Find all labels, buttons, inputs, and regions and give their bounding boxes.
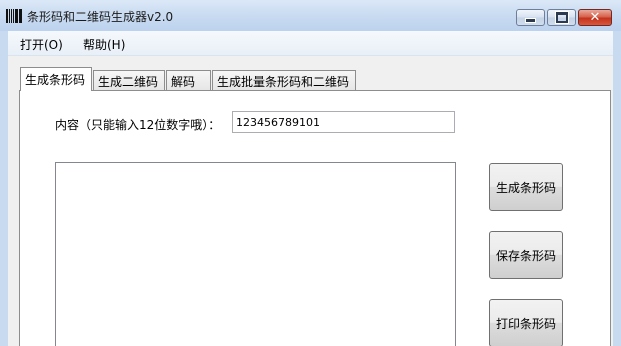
content-label: 内容（只能输入12位数字哦）： bbox=[55, 118, 221, 132]
minimize-icon bbox=[525, 17, 536, 23]
tab-generate-barcode[interactable]: 生成条形码 bbox=[20, 67, 92, 91]
tab-generate-qrcode[interactable]: 生成二维码 bbox=[93, 70, 165, 90]
barcode-preview-area bbox=[55, 162, 456, 346]
tab-label: 生成二维码 bbox=[98, 75, 159, 89]
maximize-button[interactable] bbox=[547, 9, 576, 26]
tab-label: 解码 bbox=[171, 75, 196, 89]
print-barcode-button[interactable]: 打印条形码 bbox=[489, 299, 563, 346]
app-window: 条形码和二维码生成器v2.0 ✕ 打开(O) 帮助(H) 生成条形码 生成二维码… bbox=[0, 0, 621, 346]
tab-batch-generate[interactable]: 生成批量条形码和二维码 bbox=[212, 70, 356, 90]
menu-bar: 打开(O) 帮助(H) bbox=[8, 31, 613, 56]
client-area: 生成条形码 生成二维码 解码 生成批量条形码和二维码 内容（只能输入12位数字哦… bbox=[8, 56, 613, 346]
menu-help[interactable]: 帮助(H) bbox=[83, 36, 125, 53]
close-button[interactable]: ✕ bbox=[578, 9, 612, 26]
tab-label: 生成批量条形码和二维码 bbox=[217, 75, 350, 89]
tab-decode[interactable]: 解码 bbox=[166, 70, 211, 90]
window-title: 条形码和二维码生成器v2.0 bbox=[27, 10, 174, 24]
save-barcode-button[interactable]: 保存条形码 bbox=[489, 231, 563, 279]
barcode-tab-panel: 内容（只能输入12位数字哦）： 123456789101 生成条形码 保存条形码… bbox=[19, 90, 611, 346]
minimize-button[interactable] bbox=[516, 9, 545, 26]
maximize-icon bbox=[555, 12, 568, 23]
menu-open[interactable]: 打开(O) bbox=[20, 36, 63, 53]
close-icon: ✕ bbox=[589, 10, 601, 25]
generate-barcode-button[interactable]: 生成条形码 bbox=[489, 163, 563, 211]
content-input[interactable]: 123456789101 bbox=[232, 111, 455, 133]
barcode-icon bbox=[6, 9, 22, 23]
title-bar[interactable]: 条形码和二维码生成器v2.0 ✕ bbox=[0, 0, 621, 31]
tab-label: 生成条形码 bbox=[25, 73, 86, 87]
